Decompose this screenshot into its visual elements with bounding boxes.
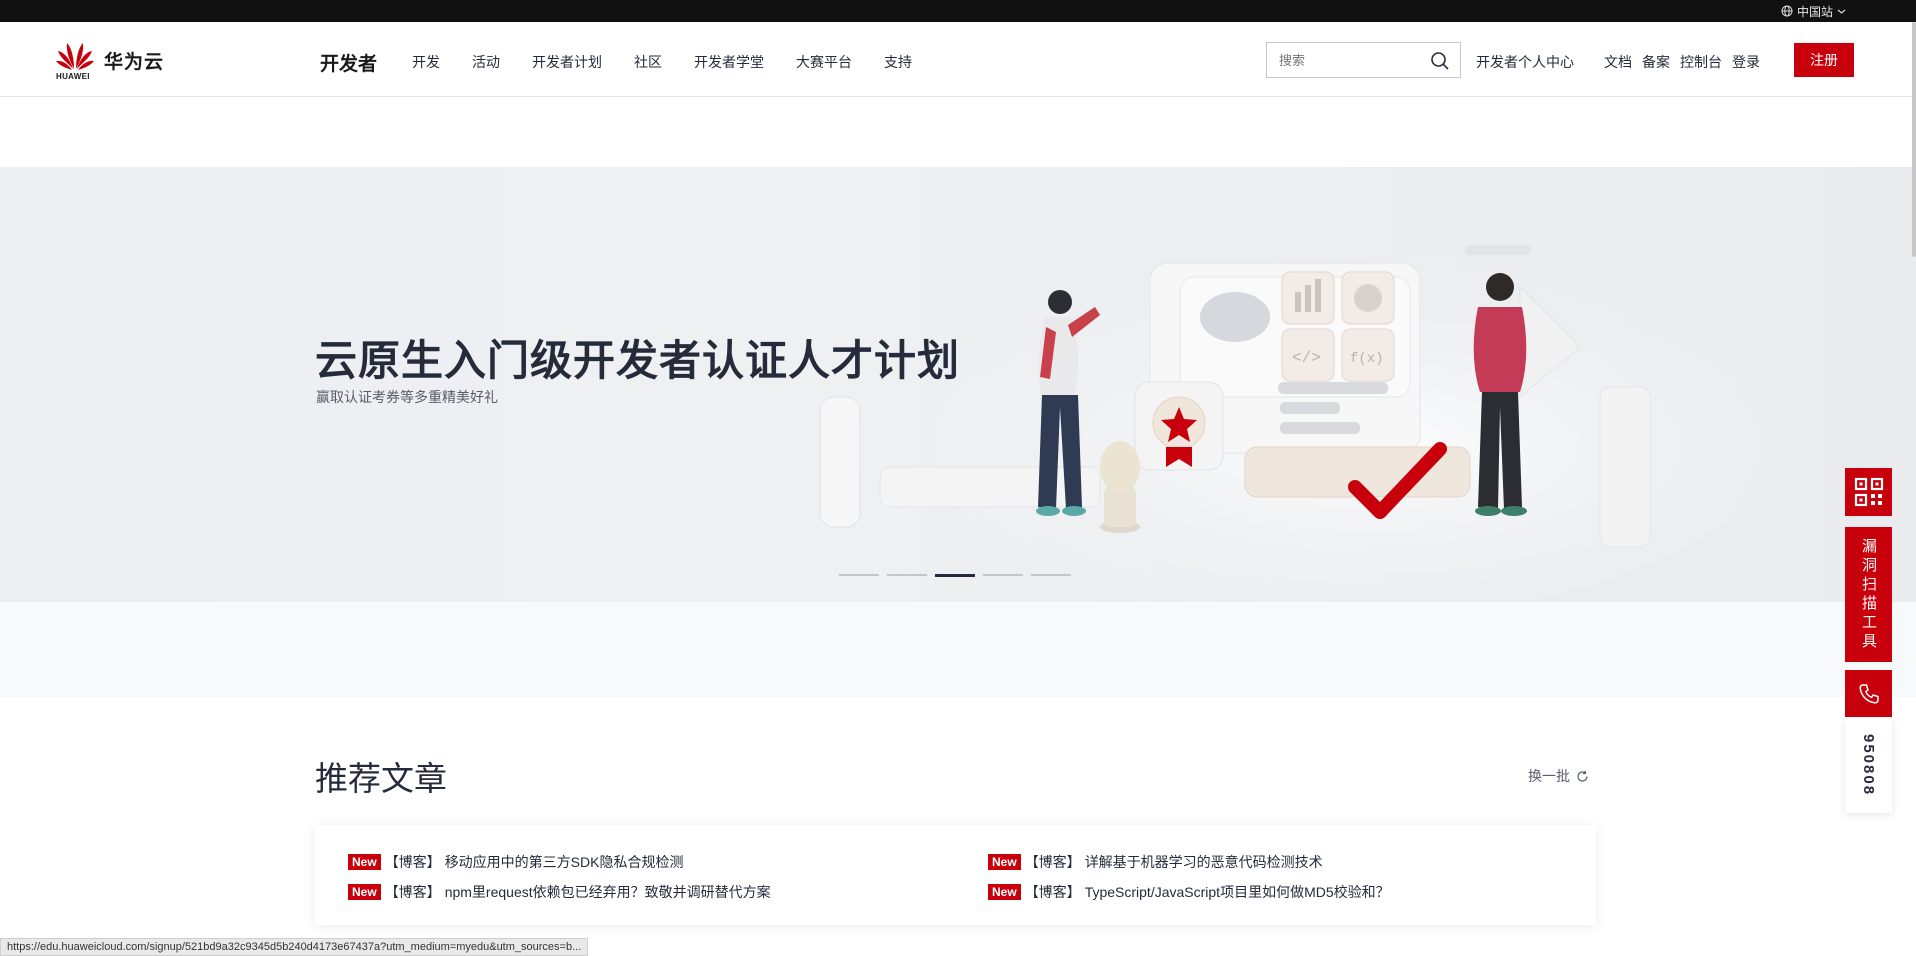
recommended-section-title: 推荐文章 xyxy=(315,760,447,797)
article-link[interactable]: New 【博客】 移动应用中的第三方SDK隐私合规检测 xyxy=(348,852,683,872)
new-badge: New xyxy=(348,854,381,870)
carousel-dot[interactable] xyxy=(839,574,879,576)
article-category: 【博客】 xyxy=(1024,884,1081,900)
filing-link[interactable]: 备案 xyxy=(1642,52,1670,72)
personal-center-link[interactable]: 开发者个人中心 xyxy=(1476,52,1574,72)
article-title: 移动应用中的第三方SDK隐私合规检测 xyxy=(444,854,684,870)
region-label: 中国站 xyxy=(1796,4,1833,19)
article-title: 详解基于机器学习的恶意代码检测技术 xyxy=(1084,854,1323,870)
banner-bottom-strip xyxy=(0,602,1916,697)
header: HUAWEI 华为云 开发者 开发 活动 开发者计划 社区 开发者学堂 大赛平台… xyxy=(0,22,1916,97)
status-bar-url: https://edu.huaweicloud.com/signup/521bd… xyxy=(0,938,589,956)
page-scrollbar[interactable] xyxy=(1912,22,1916,257)
vulnerability-scan-button[interactable]: 漏洞扫描工具 xyxy=(1845,527,1892,662)
console-link[interactable]: 控制台 xyxy=(1680,52,1722,72)
main-nav: 开发 活动 开发者计划 社区 开发者学堂 大赛平台 支持 xyxy=(412,52,944,72)
article-category: 【博客】 xyxy=(1024,854,1081,870)
huawei-cloud-logo[interactable]: HUAWEI 华为云 xyxy=(56,39,164,81)
nav-item-community[interactable]: 社区 xyxy=(634,52,662,72)
developer-home-link[interactable]: 开发者 xyxy=(320,49,377,76)
svg-text:</>: </> xyxy=(1292,349,1321,367)
qr-code-button[interactable] xyxy=(1845,468,1892,516)
register-button[interactable]: 注册 xyxy=(1794,43,1854,77)
recommended-articles-card: New 【博客】 移动应用中的第三方SDK隐私合规检测 New 【博客】 npm… xyxy=(315,825,1596,925)
chevron-down-icon xyxy=(1837,9,1846,14)
banner-subtitle: 赢取认证考券等多重精美好礼 xyxy=(316,389,498,405)
refresh-icon xyxy=(1577,770,1588,782)
search-icon[interactable] xyxy=(1430,51,1450,71)
qr-code-icon xyxy=(1854,477,1883,507)
carousel-dot-active[interactable] xyxy=(935,574,975,577)
article-link[interactable]: New 【博客】 TypeScript/JavaScript项目里如何做MD5校… xyxy=(988,882,1390,902)
article-title: TypeScript/JavaScript项目里如何做MD5校验和？ xyxy=(1084,884,1390,900)
new-badge: New xyxy=(348,884,381,900)
banner-title: 云原生入门级开发者认证人才计划 xyxy=(315,337,961,384)
article-category: 【博客】 xyxy=(384,884,441,900)
login-link[interactable]: 登录 xyxy=(1732,52,1760,72)
phone-button[interactable] xyxy=(1845,670,1892,717)
search-input[interactable] xyxy=(1279,52,1429,68)
huawei-wordmark: HUAWEI xyxy=(56,72,90,81)
article-title: npm里request依赖包已经弃用？致敬并调研替代方案 xyxy=(444,884,771,900)
search-box[interactable] xyxy=(1266,42,1461,78)
docs-link[interactable]: 文档 xyxy=(1604,52,1632,72)
header-right-links: 开发者个人中心 文档 备案 控制台 登录 xyxy=(1476,52,1760,72)
nav-item-developer-plan[interactable]: 开发者计划 xyxy=(532,52,602,72)
svg-text:f(x): f(x) xyxy=(1350,351,1384,367)
carousel-dot[interactable] xyxy=(1031,574,1071,576)
carousel-indicators xyxy=(839,574,1071,577)
article-category: 【博客】 xyxy=(384,854,441,870)
nav-item-support[interactable]: 支持 xyxy=(884,52,912,72)
phone-icon xyxy=(1858,683,1879,704)
new-badge: New xyxy=(988,854,1021,870)
nav-item-competition[interactable]: 大赛平台 xyxy=(796,52,852,72)
top-bar: 中国站 xyxy=(0,0,1916,22)
huawei-logo-icon: HUAWEI xyxy=(56,39,94,81)
region-selector[interactable]: 中国站 xyxy=(1781,2,1846,20)
refresh-button[interactable]: 换一批 xyxy=(1528,766,1589,786)
carousel-dot[interactable] xyxy=(983,574,1023,576)
nav-item-develop[interactable]: 开发 xyxy=(412,52,440,72)
hotline-number: 950808 xyxy=(1845,718,1892,813)
nav-item-activities[interactable]: 活动 xyxy=(472,52,500,72)
new-badge: New xyxy=(988,884,1021,900)
hero-banner[interactable]: </> f(x) 云原生入门级开发者认证人才计划 赢取认证考券等多重精美好礼 xyxy=(0,167,1916,602)
article-link[interactable]: New 【博客】 npm里request依赖包已经弃用？致敬并调研替代方案 xyxy=(348,882,771,902)
article-link[interactable]: New 【博客】 详解基于机器学习的恶意代码检测技术 xyxy=(988,852,1323,872)
globe-icon xyxy=(1781,5,1793,17)
carousel-dot[interactable] xyxy=(887,574,927,576)
refresh-label: 换一批 xyxy=(1528,768,1570,784)
nav-item-academy[interactable]: 开发者学堂 xyxy=(694,52,764,72)
logo-text: 华为云 xyxy=(104,52,165,73)
